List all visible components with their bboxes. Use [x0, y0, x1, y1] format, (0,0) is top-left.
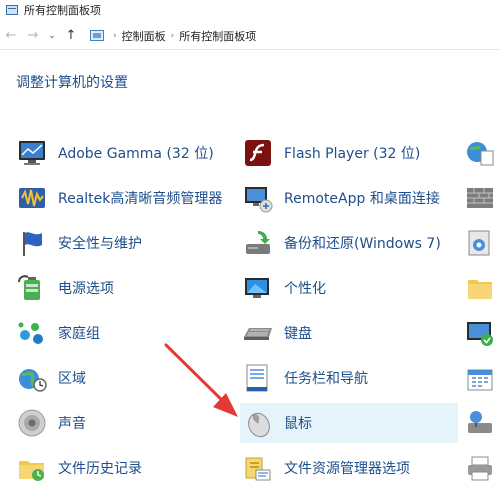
- monitor-icon: [19, 141, 45, 165]
- network-drive-icon: [468, 411, 492, 433]
- folder-icon: [468, 280, 492, 299]
- homegroup-icon: [18, 322, 43, 344]
- item-sound[interactable]: 声音: [16, 403, 238, 443]
- globe-clock-icon: [19, 369, 47, 392]
- item-col3-row4[interactable]: [464, 268, 500, 308]
- item-label: 键盘: [284, 326, 312, 342]
- breadcrumb-control-panel[interactable]: 控制面板: [122, 28, 166, 44]
- item-security-maintenance[interactable]: 安全性与维护: [16, 223, 238, 263]
- item-label: 个性化: [284, 281, 326, 297]
- printer-icon: [468, 456, 492, 481]
- item-col3-row2[interactable]: [464, 178, 500, 218]
- back-button[interactable]: ←: [0, 28, 22, 43]
- window-title: 所有控制面板项: [24, 4, 101, 17]
- item-keyboard[interactable]: 键盘: [240, 313, 458, 353]
- item-col3-row3[interactable]: [464, 223, 500, 263]
- personalization-icon: [245, 278, 269, 298]
- remote-desktop-icon: [245, 187, 273, 213]
- item-label: 电源选项: [58, 281, 114, 297]
- item-flash-player[interactable]: Flash Player (32 位): [240, 133, 458, 173]
- address-field[interactable]: › 控制面板 › 所有控制面板项: [86, 26, 256, 46]
- battery-icon: [18, 275, 40, 300]
- control-panel-icon: [6, 5, 18, 15]
- taskbar-icon: [246, 364, 268, 392]
- folder-clock-icon: [19, 461, 44, 481]
- item-label: Flash Player (32 位): [284, 146, 421, 162]
- item-label: 鼠标: [284, 416, 312, 432]
- breadcrumb-separator: ›: [170, 30, 175, 41]
- item-taskbar-navigation[interactable]: 任务栏和导航: [240, 358, 458, 398]
- item-backup-restore[interactable]: 备份和还原(Windows 7): [240, 223, 458, 263]
- item-label: RemoteApp 和桌面连接: [284, 191, 440, 207]
- calendar-icon: [467, 369, 493, 391]
- item-file-explorer-options[interactable]: 文件资源管理器选项: [240, 448, 458, 488]
- control-panel-icon: [90, 30, 104, 41]
- window-titlebar: 所有控制面板项: [0, 0, 500, 20]
- item-label: Adobe Gamma (32 位): [58, 146, 214, 162]
- forward-button[interactable]: →: [22, 28, 44, 43]
- audio-manager-icon: [19, 188, 45, 208]
- item-label: Realtek高清晰音频管理器: [58, 191, 223, 207]
- item-personalization[interactable]: 个性化: [240, 268, 458, 308]
- item-power-options[interactable]: 电源选项: [16, 268, 238, 308]
- speaker-icon: [18, 409, 46, 437]
- breadcrumb-separator: ›: [113, 30, 117, 41]
- item-label: 区域: [58, 371, 86, 387]
- item-homegroup[interactable]: 家庭组: [16, 313, 238, 353]
- keyboard-icon: [244, 328, 272, 340]
- item-col3-row6[interactable]: [464, 358, 500, 398]
- item-label: 任务栏和导航: [284, 371, 368, 387]
- item-remoteapp[interactable]: RemoteApp 和桌面连接: [240, 178, 458, 218]
- item-label: 家庭组: [58, 326, 100, 342]
- settings-document-icon: [468, 230, 490, 256]
- item-file-history[interactable]: 文件历史记录: [16, 448, 238, 488]
- item-label: 安全性与维护: [58, 236, 142, 252]
- display-check-icon: [467, 322, 493, 346]
- up-button[interactable]: ↑: [60, 28, 82, 43]
- item-label: 备份和还原(Windows 7): [284, 236, 441, 252]
- mouse-icon: [248, 412, 270, 438]
- globe-document-icon: [467, 142, 494, 166]
- recent-locations-button[interactable]: ⌄: [44, 31, 60, 41]
- item-col3-row1[interactable]: [464, 133, 500, 173]
- item-region[interactable]: 区域: [16, 358, 238, 398]
- item-label: 声音: [58, 416, 86, 432]
- item-realtek-audio[interactable]: Realtek高清晰音频管理器: [16, 178, 238, 218]
- backup-icon: [246, 231, 270, 254]
- flag-icon: [23, 232, 42, 256]
- flash-player-icon: [245, 140, 271, 166]
- brick-wall-icon: [467, 188, 493, 208]
- item-col3-row7[interactable]: [464, 403, 500, 443]
- breadcrumb-all-items[interactable]: 所有控制面板项: [179, 28, 256, 44]
- page-title: 调整计算机的设置: [16, 75, 128, 91]
- item-adobe-gamma[interactable]: Adobe Gamma (32 位): [16, 133, 238, 173]
- item-col3-row5[interactable]: [464, 313, 500, 353]
- item-col3-row8[interactable]: [464, 448, 500, 488]
- address-bar: ← → ⌄ ↑ › 控制面板 › 所有控制面板项: [0, 22, 500, 50]
- item-label: 文件资源管理器选项: [284, 461, 410, 477]
- item-label: 文件历史记录: [58, 461, 142, 477]
- folder-options-icon: [245, 457, 271, 481]
- item-mouse[interactable]: 鼠标: [240, 403, 458, 443]
